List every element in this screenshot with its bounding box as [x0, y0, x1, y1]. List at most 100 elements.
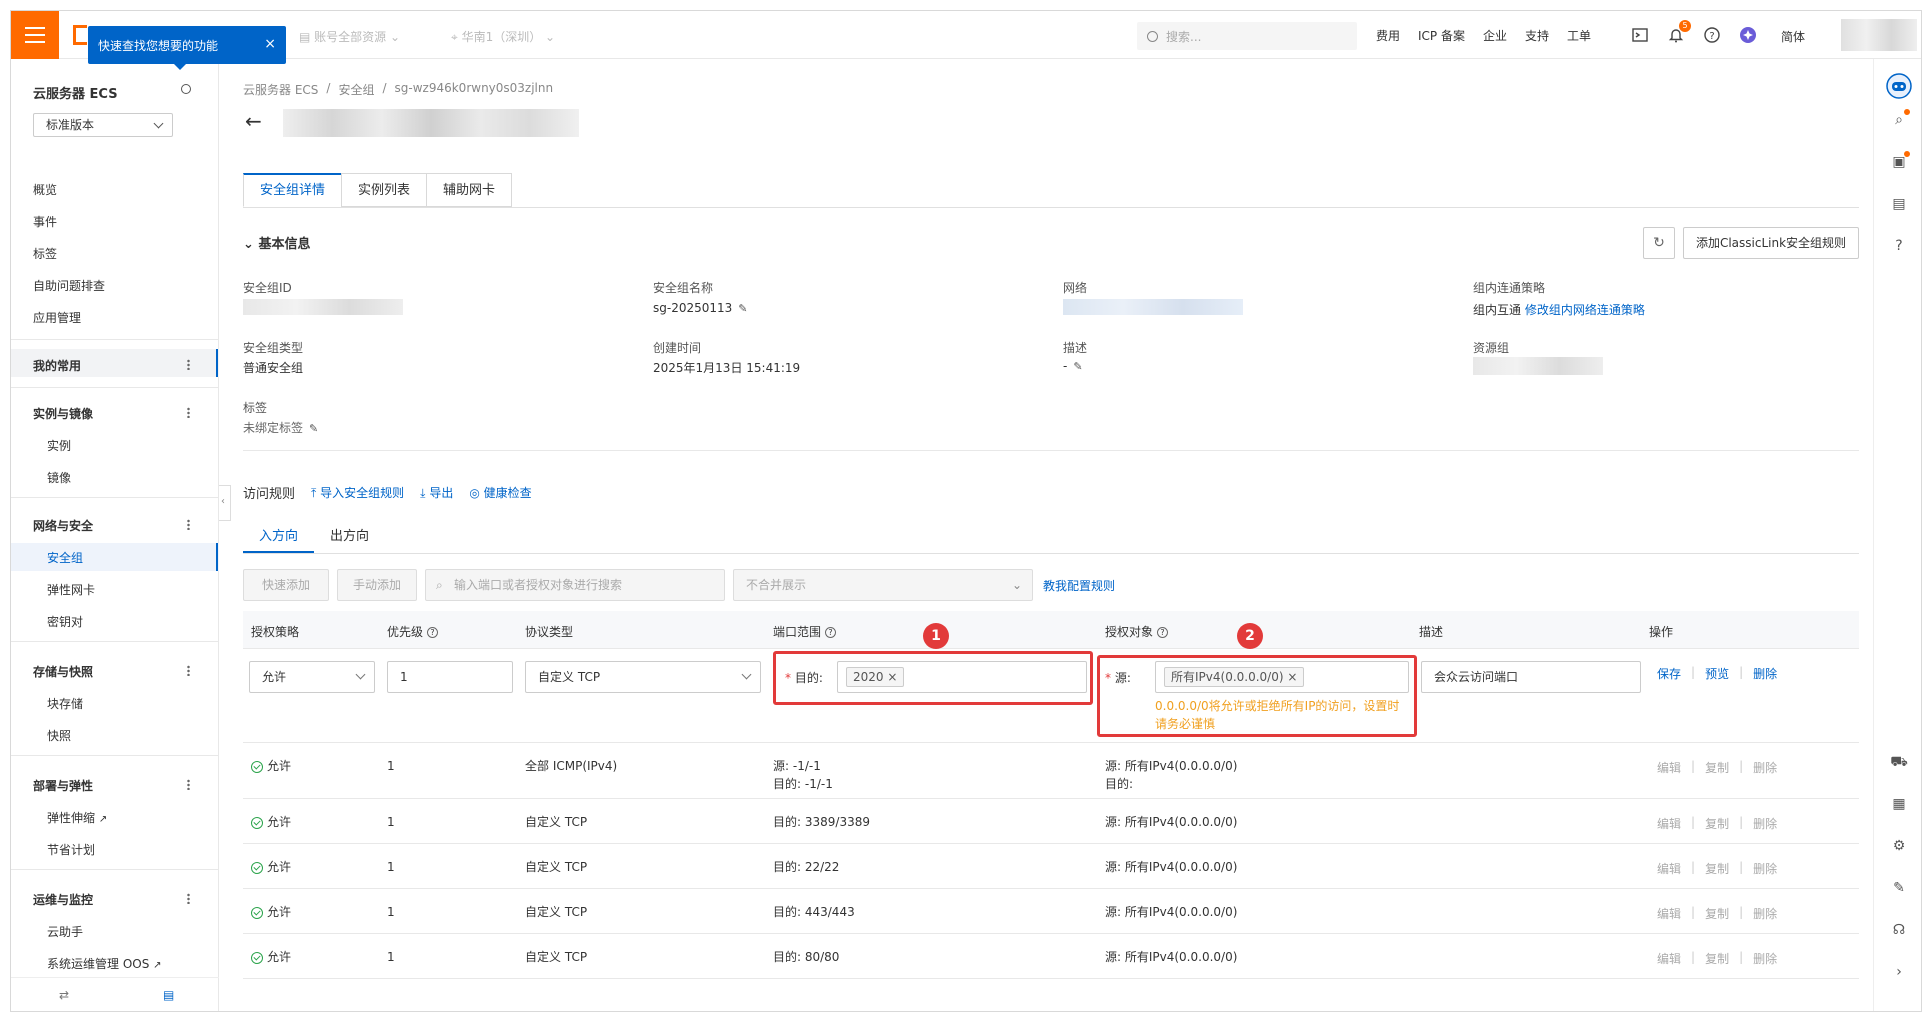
sidebar-item-savings-plan[interactable]: 节省计划 — [47, 841, 95, 858]
terminal-icon[interactable] — [1631, 26, 1649, 44]
global-search-input[interactable]: 搜索... — [1137, 22, 1357, 50]
sidebar-item-tags[interactable]: 标签 — [33, 245, 57, 262]
back-arrow-icon[interactable]: ← — [245, 109, 262, 133]
sidebar-collapse-handle[interactable]: ‹ — [219, 485, 231, 521]
breadcrumb-security-group[interactable]: 安全组 — [338, 81, 374, 98]
rule-search-input[interactable]: ⌕ 输入端口或者授权对象进行搜索 — [425, 569, 725, 601]
document-icon[interactable]: ▤ — [1890, 195, 1908, 213]
region-selector[interactable]: ⌖ 华南1（深圳） ⌄ — [451, 28, 555, 45]
edit-link[interactable]: 编辑 — [1657, 759, 1681, 776]
teach-config-link[interactable]: 教我配置规则 — [1043, 577, 1115, 594]
cart-icon[interactable]: ⛟ — [1890, 753, 1908, 771]
delete-link[interactable]: 删除 — [1753, 905, 1777, 922]
tab-secondary-eni[interactable]: 辅助网卡 — [426, 173, 513, 207]
delete-link[interactable]: 删除 — [1753, 950, 1777, 967]
more-icon[interactable] — [187, 779, 190, 790]
tab-inbound[interactable]: 入方向 — [243, 521, 315, 553]
network-value-redacted[interactable] — [1063, 299, 1243, 315]
save-link[interactable]: 保存 — [1657, 665, 1681, 682]
help-circle-icon[interactable]: ? — [1890, 237, 1908, 255]
top-link-support[interactable]: 支持 — [1525, 27, 1549, 44]
sidebar-item-events[interactable]: 事件 — [33, 213, 57, 230]
import-rules-link[interactable]: ⤒ 导入安全组规则 — [311, 484, 404, 501]
more-icon[interactable] — [187, 519, 190, 530]
edit-link[interactable]: 编辑 — [1657, 905, 1681, 922]
sidebar-item-troubleshoot[interactable]: 自助问题排查 — [33, 277, 105, 294]
export-link[interactable]: ⤓ 导出 — [420, 484, 453, 501]
add-classiclink-rule-button[interactable]: 添加ClassicLink安全组规则 — [1683, 227, 1859, 259]
help-icon[interactable]: ? — [1157, 627, 1169, 638]
sidebar-group-deploy[interactable]: 部署与弹性 — [33, 777, 93, 794]
layout-icon[interactable]: ▤ — [163, 988, 174, 1002]
edit-link[interactable]: 编辑 — [1657, 815, 1681, 832]
delete-link[interactable]: 删除 — [1753, 759, 1777, 776]
manual-add-button[interactable]: 手动添加 — [337, 569, 417, 601]
quick-add-button[interactable]: 快速添加 — [243, 569, 329, 601]
headset-icon[interactable]: ☊ — [1890, 921, 1908, 939]
close-icon[interactable]: × — [1287, 670, 1297, 684]
modify-intra-policy-link[interactable]: 修改组内网络连通策略 — [1525, 303, 1645, 317]
ai-assistant-icon[interactable] — [1739, 26, 1757, 44]
protocol-select[interactable]: 自定义 TCP — [525, 661, 761, 693]
refresh-button[interactable]: ↻ — [1643, 227, 1675, 259]
delete-link[interactable]: 删除 — [1753, 860, 1777, 877]
language-switch[interactable]: 简体 — [1781, 28, 1805, 45]
edit-link[interactable]: 编辑 — [1657, 860, 1681, 877]
sidebar-search-icon[interactable] — [181, 84, 191, 94]
sidebar-item-overview[interactable]: 概览 — [33, 181, 57, 198]
merge-display-select[interactable]: 不合并展示 ⌄ — [733, 569, 1033, 601]
sidebar-group-ops[interactable]: 运维与监控 — [33, 891, 93, 908]
sidebar-item-images[interactable]: 镜像 — [47, 469, 71, 486]
top-link-ticket[interactable]: 工单 — [1567, 27, 1591, 44]
sidebar-item-security-group[interactable]: 安全组 — [47, 549, 83, 566]
description-input[interactable]: 会众云访问端口 — [1421, 661, 1641, 693]
sidebar-item-keypair[interactable]: 密钥对 — [47, 613, 83, 630]
sidebar-item-app-management[interactable]: 应用管理 — [33, 309, 81, 326]
sidebar-item-instances[interactable]: 实例 — [47, 437, 71, 454]
tab-sg-details[interactable]: 安全组详情 — [243, 173, 343, 207]
tab-outbound[interactable]: 出方向 — [314, 521, 385, 553]
close-icon[interactable]: × — [887, 670, 897, 684]
top-link-enterprise[interactable]: 企业 — [1483, 27, 1507, 44]
sidebar-group-network[interactable]: 网络与安全 — [33, 517, 93, 534]
more-icon[interactable] — [187, 407, 190, 418]
sidebar-item-autoscaling[interactable]: 弹性伸缩 ↗ — [47, 809, 107, 826]
delete-link[interactable]: 删除 — [1753, 665, 1777, 682]
more-icon[interactable] — [187, 893, 190, 904]
sidebar-item-block-storage[interactable]: 块存储 — [47, 695, 83, 712]
top-link-icp[interactable]: ICP 备案 — [1418, 27, 1465, 44]
sidebar-group-favorites[interactable]: 我的常用 — [33, 357, 81, 374]
resource-scope-selector[interactable]: ▤ 账号全部资源 ⌄ — [299, 28, 400, 45]
copy-link[interactable]: 复制 — [1705, 815, 1729, 832]
edit-icon[interactable]: ✎ — [1890, 879, 1908, 897]
help-icon[interactable]: ? — [825, 627, 837, 638]
health-check-link[interactable]: ◎ 健康检查 — [469, 484, 531, 501]
hamburger-menu-icon[interactable] — [11, 11, 59, 59]
copy-link[interactable]: 复制 — [1705, 860, 1729, 877]
assistant-bot-icon[interactable] — [1886, 73, 1912, 99]
copy-link[interactable]: 复制 — [1705, 759, 1729, 776]
version-select[interactable]: 标准版本 — [33, 113, 173, 137]
edit-link[interactable]: 编辑 — [1657, 950, 1681, 967]
priority-input[interactable]: 1 — [387, 661, 513, 693]
top-link-billing[interactable]: 费用 — [1376, 27, 1400, 44]
sidebar-item-oos[interactable]: 系统运维管理 OOS ↗ — [47, 955, 162, 972]
preview-link[interactable]: 预览 — [1705, 665, 1729, 682]
more-icon[interactable] — [187, 665, 190, 676]
copy-link[interactable]: 复制 — [1705, 905, 1729, 922]
tab-instance-list[interactable]: 实例列表 — [341, 173, 428, 207]
sidebar-group-instances[interactable]: 实例与镜像 — [33, 405, 93, 422]
delete-link[interactable]: 删除 — [1753, 815, 1777, 832]
edit-icon[interactable]: ✎ — [1073, 360, 1082, 373]
sidebar-item-eni[interactable]: 弹性网卡 — [47, 581, 95, 598]
sidebar-item-snapshot[interactable]: 快照 — [47, 727, 71, 744]
gear-icon[interactable]: ⚙ — [1890, 837, 1908, 855]
calculator-icon[interactable]: ▦ — [1890, 795, 1908, 813]
avatar[interactable] — [1841, 19, 1917, 51]
sidebar-group-storage[interactable]: 存储与快照 — [33, 663, 93, 680]
chevron-right-icon[interactable]: › — [1890, 963, 1908, 981]
sidebar-item-cloud-assistant[interactable]: 云助手 — [47, 923, 83, 940]
copy-link[interactable]: 复制 — [1705, 950, 1729, 967]
help-icon[interactable]: ? — [427, 627, 439, 638]
breadcrumb-ecs[interactable]: 云服务器 ECS — [243, 81, 318, 98]
